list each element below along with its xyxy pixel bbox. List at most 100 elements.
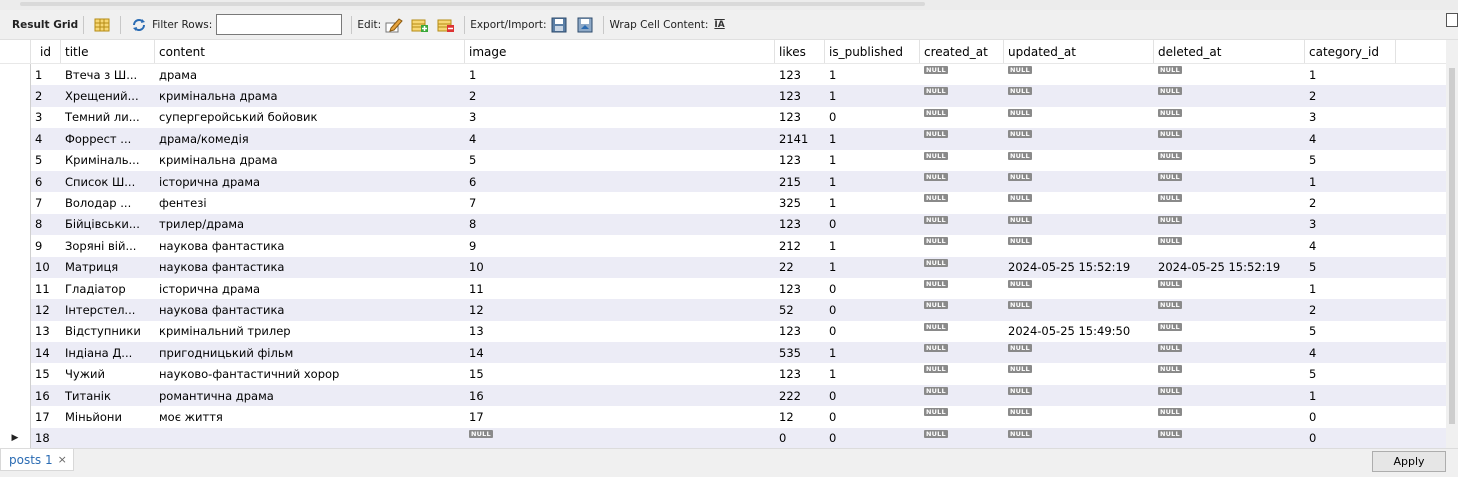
cell-created-at[interactable]: NULL: [920, 235, 1004, 256]
table-row[interactable]: 8 Бійцівськи... трилер/драма 8 123 0 NULL NULL N…: [0, 213, 1446, 236]
cell-deleted-at[interactable]: NULL: [1154, 406, 1305, 427]
table-row[interactable]: 5 Криміналь... кримінальна драма 5 123 1 NULL…: [0, 149, 1446, 171]
cell-title[interactable]: Хрещений...: [61, 85, 155, 106]
cell-created-at[interactable]: NULL: [920, 385, 1004, 406]
row-header[interactable]: [0, 235, 31, 257]
cell-is-published[interactable]: 1: [825, 171, 920, 192]
cell-category-id[interactable]: 4: [1305, 342, 1396, 363]
cell-image[interactable]: 9: [465, 235, 775, 256]
cell-is-published[interactable]: 1: [825, 64, 920, 85]
apply-button[interactable]: Apply: [1372, 451, 1446, 472]
cell-is-published[interactable]: 0: [825, 406, 920, 427]
cell-is-published[interactable]: 1: [825, 257, 920, 278]
cell-category-id[interactable]: 2: [1305, 192, 1396, 213]
cell-is-published[interactable]: 1: [825, 85, 920, 106]
cell-image[interactable]: 12: [465, 299, 775, 320]
cell-content[interactable]: історична драма: [155, 278, 465, 299]
cell-likes[interactable]: 325: [775, 192, 825, 213]
cell-updated-at[interactable]: NULL: [1004, 406, 1154, 427]
horizontal-scrollbar-top[interactable]: [20, 2, 925, 6]
cell-content[interactable]: драма/комедія: [155, 128, 465, 149]
table-row[interactable]: 11 Гладіатор історична драма 11 123 0 NULL NULL…: [0, 277, 1446, 300]
cell-likes[interactable]: 123: [775, 278, 825, 299]
cell-title[interactable]: Темний ли...: [61, 107, 155, 128]
cell-likes[interactable]: 535: [775, 342, 825, 363]
cell-id[interactable]: 15: [31, 363, 61, 384]
cell-category-id[interactable]: 4: [1305, 128, 1396, 149]
cell-likes[interactable]: 123: [775, 107, 825, 128]
column-header-content[interactable]: content: [155, 40, 465, 63]
row-header[interactable]: [0, 256, 31, 278]
cell-created-at[interactable]: NULL: [920, 299, 1004, 320]
cell-title[interactable]: Матриця: [61, 257, 155, 278]
column-header-title[interactable]: title: [61, 40, 155, 63]
cell-created-at[interactable]: NULL: [920, 214, 1004, 235]
cell-content[interactable]: кримінальний трилер: [155, 321, 465, 342]
cell-updated-at[interactable]: NULL: [1004, 107, 1154, 128]
cell-title[interactable]: Індіана Д...: [61, 342, 155, 363]
cell-created-at[interactable]: NULL: [920, 428, 1004, 449]
cell-updated-at[interactable]: NULL: [1004, 278, 1154, 299]
cell-deleted-at[interactable]: NULL: [1154, 171, 1305, 192]
cell-deleted-at[interactable]: NULL: [1154, 342, 1305, 363]
cell-title[interactable]: Гладіатор: [61, 278, 155, 299]
cell-deleted-at[interactable]: 2024-05-25 15:52:19: [1154, 257, 1305, 278]
cell-created-at[interactable]: NULL: [920, 64, 1004, 85]
cell-created-at[interactable]: NULL: [920, 278, 1004, 299]
cell-likes[interactable]: 123: [775, 214, 825, 235]
cell-image[interactable]: 7: [465, 192, 775, 213]
cell-title[interactable]: Інтерстел...: [61, 299, 155, 320]
cell-content[interactable]: супергеройський бойовик: [155, 107, 465, 128]
cell-category-id[interactable]: 0: [1305, 428, 1396, 449]
cell-updated-at[interactable]: NULL: [1004, 150, 1154, 171]
column-header-image[interactable]: image: [465, 40, 775, 63]
column-header-category-id[interactable]: category_id: [1305, 40, 1396, 63]
cell-image[interactable]: 8: [465, 214, 775, 235]
refresh-icon[interactable]: [130, 17, 148, 33]
cell-id[interactable]: 16: [31, 385, 61, 406]
cell-content[interactable]: трилер/драма: [155, 214, 465, 235]
cell-title[interactable]: Бійцівськи...: [61, 214, 155, 235]
cell-created-at[interactable]: NULL: [920, 342, 1004, 363]
vertical-scrollbar-thumb[interactable]: [1449, 68, 1455, 424]
row-header[interactable]: [0, 384, 31, 407]
cell-title[interactable]: Відступники: [61, 321, 155, 342]
cell-deleted-at[interactable]: NULL: [1154, 128, 1305, 149]
cell-category-id[interactable]: 1: [1305, 278, 1396, 299]
cell-id[interactable]: 5: [31, 150, 61, 171]
cell-id[interactable]: 8: [31, 214, 61, 235]
row-header[interactable]: [0, 106, 31, 129]
cell-title[interactable]: Титанік: [61, 385, 155, 406]
cell-content[interactable]: драма: [155, 64, 465, 85]
table-row[interactable]: 14 Індіана Д... пригодницький фільм 14 535 1 N…: [0, 342, 1446, 364]
cell-content[interactable]: пригодницький фільм: [155, 342, 465, 363]
cell-is-published[interactable]: 0: [825, 107, 920, 128]
import-icon[interactable]: [576, 17, 594, 33]
cell-is-published[interactable]: 0: [825, 214, 920, 235]
row-header[interactable]: [0, 299, 31, 321]
cell-is-published[interactable]: 0: [825, 278, 920, 299]
cell-updated-at[interactable]: 2024-05-25 15:49:50: [1004, 321, 1154, 342]
cell-updated-at[interactable]: NULL: [1004, 299, 1154, 320]
cell-content[interactable]: фентезі: [155, 192, 465, 213]
cell-id[interactable]: 18: [31, 428, 61, 449]
cell-deleted-at[interactable]: NULL: [1154, 385, 1305, 406]
cell-likes[interactable]: 123: [775, 85, 825, 106]
cell-likes[interactable]: 52: [775, 299, 825, 320]
cell-image[interactable]: NULL: [465, 428, 775, 449]
cell-category-id[interactable]: 4: [1305, 235, 1396, 256]
cell-updated-at[interactable]: NULL: [1004, 128, 1154, 149]
cell-category-id[interactable]: 5: [1305, 363, 1396, 384]
cell-id[interactable]: 17: [31, 406, 61, 427]
cell-likes[interactable]: 123: [775, 150, 825, 171]
column-header-id[interactable]: id: [31, 40, 61, 63]
row-header[interactable]: [0, 149, 31, 171]
cell-image[interactable]: 13: [465, 321, 775, 342]
cell-category-id[interactable]: 2: [1305, 299, 1396, 320]
row-header[interactable]: [0, 277, 31, 300]
cell-likes[interactable]: 123: [775, 64, 825, 85]
edit-row-icon[interactable]: [385, 17, 403, 33]
table-row[interactable]: 13 Відступники кримінальний трилер 13 123 0 NU…: [0, 320, 1446, 343]
cell-content[interactable]: наукова фантастика: [155, 235, 465, 256]
cell-likes[interactable]: 12: [775, 406, 825, 427]
